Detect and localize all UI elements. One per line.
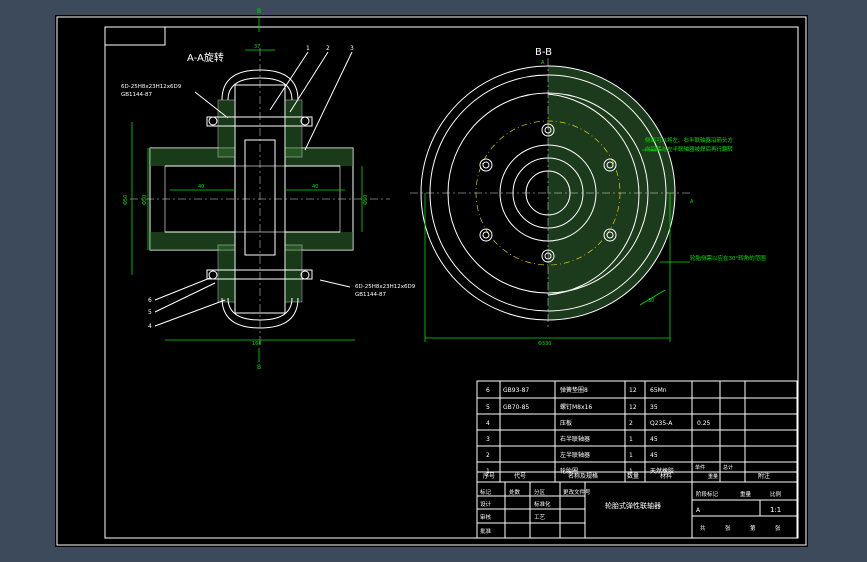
bom-header-wt2: 总计 [723,464,733,471]
note-line-1: 侧面可以将左、右半联轴器沿箭头方 [645,136,734,144]
dim-width: 166 [252,341,262,347]
balloon-2: 2 [326,45,330,52]
tb-label-sheet2: 张 [775,524,781,532]
inner-border [104,26,799,539]
bom-header-wt1: 单件 [695,464,705,471]
cut-label-a-top: A [541,60,545,66]
thread-note-bottom-1: 6D-25H8x23H12x6D9 [355,284,416,290]
tb-label-no: 第 [750,524,756,532]
bom-cell-qty: 1 [629,436,633,443]
dim-37: 37 [254,44,260,50]
bom-cell-mat: Q235-A [650,420,673,427]
thread-note-bottom-2: GB1144-87 [355,292,387,298]
dim-phi-3: Φ50 [363,195,369,205]
bom-cell-qty: 12 [629,387,637,394]
dim-diameter: Φ330 [538,341,551,347]
tb-label-process: 工艺 [534,514,546,521]
bom-cell-name: 轮胎圈 [560,467,578,475]
bom-cell-mat: 天然橡胶 [650,467,674,475]
dim-phi-2: Φ50 [142,195,148,205]
bom-cell-wt: 0.25 [697,420,711,427]
bom-cell-name: 弹簧垫圈8 [560,386,588,394]
balloon-3: 3 [350,45,354,52]
cut-label-a-right: A [690,199,694,205]
cut-label-b-bottom: B [257,364,261,371]
tb-label-std: 标准化 [534,500,551,508]
bom-cell-name: 右半联轴器 [560,435,590,443]
outer-border [56,16,807,546]
balloon-6: 6 [148,297,152,304]
dim-angle: 30 [648,298,654,304]
bom-header-wt3: 重量 [708,473,718,480]
cut-label-b-top: B [257,8,261,15]
tb-label-review: 审核 [480,513,492,521]
bom-cell-no: 6 [486,387,490,394]
bom-cell-mat: 45 [650,436,658,443]
tb-label-total: 共 [700,524,706,532]
bom-cell-code: GB70-85 [503,404,529,411]
dim-40-right: 40 [312,184,318,190]
dim-40-left: 40 [198,184,204,190]
view-title-bb: B-B [535,47,552,58]
bom-table [476,380,798,483]
note-line-2: 向回转与左半联轴器被焊后再行翻转 [645,145,734,153]
tb-label-sheet1: 张 [725,524,731,532]
bom-cell-qty: 1 [629,452,633,459]
bom-cell-name: 左半联轴器 [560,451,590,459]
tb-label-zone: 分区 [534,488,546,496]
tb-label-ratio: 比例 [770,490,782,498]
bom-cell-qty: 1 [629,468,633,475]
balloon-1: 1 [306,45,310,52]
drawing-title: 轮胎式弹性联轴器 [605,501,661,510]
drawing-scale: 1:1 [770,506,781,514]
bom-cell-name: 螺钉M8x16 [560,403,592,411]
bom-cell-no: 3 [486,436,490,443]
section-view-aa: A-A旋转 B B Φ50 Φ50 Φ50 40 40 37 166 6D-25… [121,8,416,371]
bom-cell-mat: 35 [650,404,658,411]
bom-cell-no: 4 [486,420,490,427]
bom-cell-code: GB93-87 [503,387,529,394]
thread-note-top-2: GB1144-87 [121,92,153,98]
bom-cell-name: 压板 [560,419,572,427]
cad-drawing: A-A旋转 B B Φ50 Φ50 Φ50 40 40 37 166 6D-25… [56,8,807,546]
bom-cell-qty: 12 [629,404,637,411]
tb-label-weight: 重量 [740,490,752,498]
thread-note-top-1: 6D-25H8x23H12x6D9 [121,84,182,90]
view-title-aa: A-A旋转 [187,51,224,64]
bom-cell-mat: 45 [650,452,658,459]
bom-cell-qty: 2 [629,420,633,427]
stage-mark: A [696,507,701,514]
tb-label-approve: 批准 [480,527,492,535]
section-view-bb: B-B A A Φ330 30 侧面可以将左、右半联轴器沿箭头方 向回转与左半联… [410,47,766,347]
bom-header-code: 代号 [514,472,526,480]
title-block [476,481,798,539]
bom-cell-mat: 65Mn [650,387,667,394]
balloon-4: 4 [148,323,152,330]
dim-phi-1: Φ50 [123,195,129,205]
tb-label-mark: 标记 [480,488,492,496]
tb-label-change: 更改文件号 [563,488,591,496]
bom-cell-no: 5 [486,404,490,411]
bom-cell-no: 1 [486,468,490,475]
tb-label-stage: 阶段标记 [696,490,719,498]
balloon-5: 5 [148,309,152,316]
note-line-3: 轮胎侧需以应在30°转角的范围 [690,254,766,262]
corner-box [104,26,166,46]
tb-label-design: 设计 [480,500,492,508]
bom-header-note: 附注 [758,472,770,480]
bom-cell-no: 2 [486,452,490,459]
tb-label-count: 处数 [509,488,521,496]
